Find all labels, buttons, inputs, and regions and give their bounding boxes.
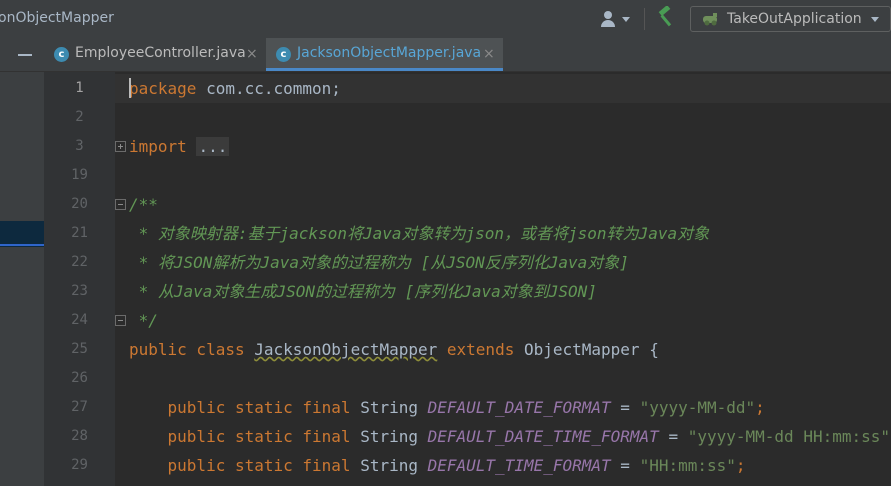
line-number: 3 [75, 138, 84, 154]
code-line-1: package com.cc.common; [129, 74, 341, 103]
chevron-down-icon [622, 17, 630, 22]
operator: = [658, 427, 688, 446]
text-caret [129, 78, 131, 98]
code-line-21: * 对象映射器:基于jackson将Java对象转为json，或者将json转为… [129, 224, 710, 243]
fold-mark-h [118, 204, 123, 205]
type-name: String [360, 427, 428, 446]
close-icon[interactable]: × [483, 46, 495, 62]
line-number: 1 [75, 80, 84, 96]
code-line-3: import ... [129, 132, 230, 161]
tab-employee-controller[interactable]: c EmployeeController.java × [44, 38, 266, 71]
fold-mark-h [118, 320, 123, 321]
line-number: 19 [71, 167, 88, 183]
run-configuration-select[interactable]: TakeOutApplication [690, 6, 891, 32]
keyword: public static final [167, 398, 361, 417]
line-number: 23 [71, 283, 88, 299]
tab-label: JacksonObjectMapper.java [297, 45, 482, 61]
chevron-down-icon [871, 17, 879, 22]
folded-imports[interactable]: ... [196, 137, 230, 156]
code-line-27: public static final String DEFAULT_DATE_… [129, 393, 765, 422]
line-number: 26 [71, 370, 88, 386]
constant-name: DEFAULT_DATE_TIME_FORMAT [427, 427, 659, 446]
class-name: JacksonObjectMapper [254, 340, 438, 359]
line-number: 25 [71, 341, 88, 357]
constant-name: DEFAULT_TIME_FORMAT [427, 456, 611, 475]
line-number: 24 [71, 312, 88, 328]
type-name: String [360, 398, 428, 417]
user-icon[interactable] [600, 10, 634, 28]
tab-label: EmployeeController.java [75, 45, 246, 61]
editor-tabs: c EmployeeController.java × c JacksonObj… [0, 38, 891, 72]
keyword: public static final [167, 427, 361, 446]
line-number-gutter[interactable]: 1 2 3 19 20 21 22 23 24 25 26 27 28 29 [44, 72, 115, 486]
line-number: 29 [71, 457, 88, 473]
string-literal: "yyyy-MM-dd HH:mm:ss" [687, 427, 891, 446]
code-text: ObjectMapper { [523, 340, 659, 359]
string-literal: "HH:mm:ss" [639, 456, 736, 475]
code-line-24: */ [129, 311, 158, 330]
user-icon-body [601, 20, 615, 27]
line-number: 28 [71, 428, 88, 444]
hammer-icon[interactable] [655, 6, 677, 28]
breadcrumb-file[interactable]: onObjectMapper [0, 10, 114, 26]
tab-jackson-object-mapper[interactable]: c JacksonObjectMapper.java × [266, 38, 503, 71]
collapse-fold-icon[interactable] [115, 199, 126, 210]
code-line-29: public static final String DEFAULT_TIME_… [129, 451, 746, 480]
code-line-25: public class JacksonObjectMapper extends… [129, 335, 659, 364]
java-class-icon: c [276, 47, 291, 62]
keyword: extends [437, 340, 524, 359]
operator: = [610, 456, 640, 475]
code-text: com.cc.common; [196, 79, 341, 98]
project-panel[interactable] [0, 72, 44, 486]
code-line-23: * 从Java对象生成JSON的过程称为 [序列化Java对象到JSON] [129, 282, 597, 301]
java-class-icon: c [54, 47, 69, 62]
semicolon: ; [735, 456, 746, 475]
type-name: String [360, 456, 428, 475]
line-number: 27 [71, 399, 88, 415]
user-icon-head [604, 11, 612, 19]
code-editor[interactable]: package com.cc.common; import ... /** * … [115, 72, 891, 486]
code-line-28: public static final String DEFAULT_DATE_… [129, 422, 891, 451]
code-line-20: /** [129, 195, 158, 214]
code-line-22: * 将JSON解析为Java对象的过程称为 [从JSON反序列化Java对象] [129, 253, 629, 272]
run-config-label: TakeOutApplication [727, 11, 862, 27]
expand-fold-icon[interactable] [115, 141, 126, 152]
string-literal: "yyyy-MM-dd" [639, 398, 756, 417]
line-number: 22 [71, 254, 88, 270]
line-number: 21 [71, 225, 88, 241]
collapse-fold-icon[interactable] [115, 315, 126, 326]
minus-icon [18, 54, 32, 56]
close-icon[interactable]: × [246, 46, 258, 62]
operator: = [610, 398, 640, 417]
semicolon: ; [755, 398, 765, 417]
selection-indicator [0, 244, 44, 246]
toolbar-separator [644, 8, 645, 30]
line-number: 2 [75, 109, 84, 125]
keyword: public static final [167, 456, 361, 475]
navigation-bar: onObjectMapper TakeOutApplication [0, 0, 891, 38]
keyword: public class [129, 340, 255, 359]
collapse-panel-button[interactable] [0, 38, 44, 72]
run-config-icon [703, 13, 717, 26]
keyword: import [129, 137, 187, 156]
keyword: package [129, 79, 197, 98]
line-number: 20 [71, 196, 88, 212]
fold-mark-v [120, 144, 121, 149]
constant-name: DEFAULT_DATE_FORMAT [427, 398, 611, 417]
